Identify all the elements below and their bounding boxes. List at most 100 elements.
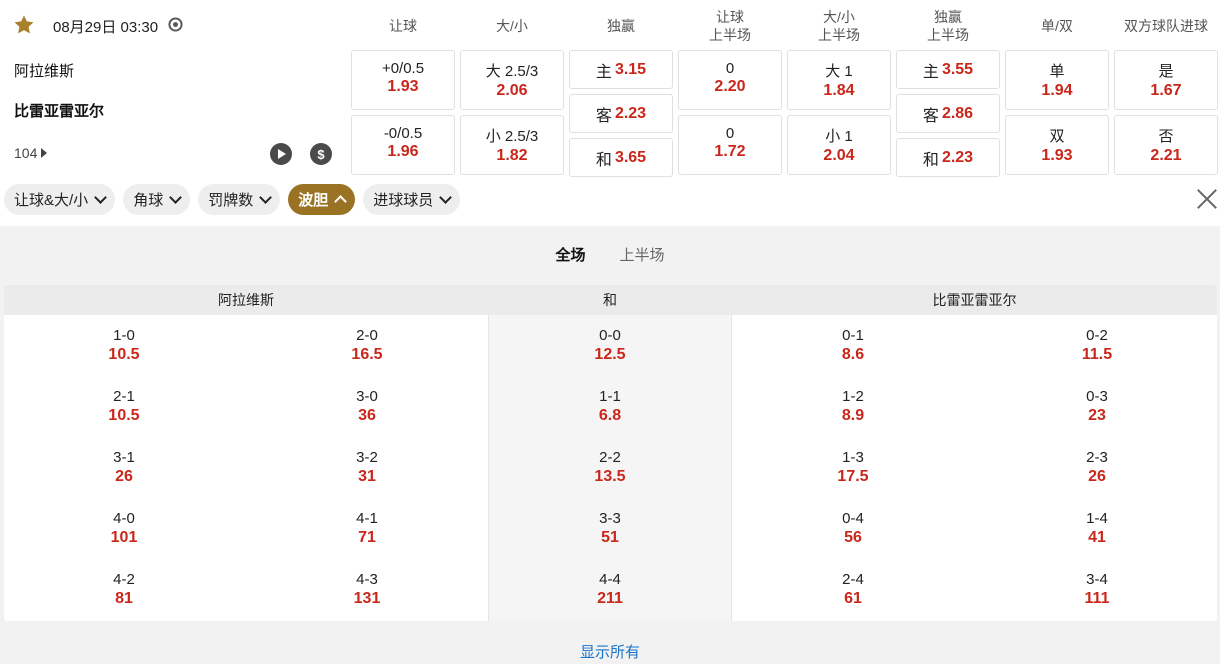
score-cell[interactable]: 0-4 56 [733, 509, 973, 547]
filter-chip[interactable]: 波胆 [288, 184, 356, 215]
score-cell[interactable]: 1-4 41 [977, 509, 1217, 547]
odds-button-moneyline-1h[interactable]: 主 3.55 [896, 50, 1000, 89]
score-cell[interactable]: 3-2 31 [247, 448, 487, 486]
score-cell[interactable]: 4-2 81 [4, 570, 244, 608]
more-markets-link[interactable]: 104 [14, 145, 48, 161]
odds-button-moneyline[interactable]: 和 3.65 [569, 138, 673, 177]
score-cell[interactable]: 2-3 26 [977, 448, 1217, 486]
score-cell[interactable]: 3-1 26 [4, 448, 244, 486]
score-cell[interactable]: 2-2 13.5 [490, 448, 730, 486]
score-label: 1-3 [842, 449, 864, 466]
odds-button-over-under-1h[interactable]: 大 1 1.84 [787, 50, 891, 110]
odds-value: 2.20 [714, 78, 746, 95]
odds-button-handicap[interactable]: +0/0.5 1.93 [351, 50, 455, 110]
score-odds: 101 [110, 529, 138, 546]
odds-button-moneyline-1h[interactable]: 客 2.86 [896, 94, 1000, 133]
score-cell[interactable]: 2-1 10.5 [4, 387, 244, 425]
filter-chip-label: 角球 [133, 192, 164, 209]
score-cell[interactable]: 4-4 211 [490, 570, 730, 608]
odds-label: 否 [1158, 128, 1174, 145]
score-odds: 8.6 [841, 346, 865, 363]
market-header-moneyline-1h: 独赢 上半场 [896, 6, 1000, 46]
score-cell[interactable]: 1-1 6.8 [490, 387, 730, 425]
score-cell[interactable]: 1-2 8.9 [733, 387, 973, 425]
score-cell[interactable]: 3-4 111 [977, 570, 1217, 608]
odds-value: 1.82 [496, 147, 528, 164]
filter-chip[interactable]: 让球&大/小 [4, 184, 116, 215]
odds-label: 0 [725, 60, 735, 77]
odds-button-odd-even[interactable]: 双 1.93 [1005, 115, 1109, 175]
market-header-line: 独赢 [607, 18, 635, 34]
score-cell[interactable]: 0-1 8.6 [733, 326, 973, 364]
odds-button-btts[interactable]: 是 1.67 [1114, 50, 1218, 110]
odds-button-moneyline-1h[interactable]: 和 2.23 [896, 138, 1000, 177]
score-label: 3-3 [599, 510, 621, 527]
market-header-moneyline: 独赢 [569, 6, 673, 46]
dollar-icon[interactable]: $ [310, 143, 332, 165]
score-odds: 71 [358, 529, 376, 546]
odds-value: 1.72 [714, 143, 746, 160]
filter-chip[interactable]: 罚牌数 [198, 184, 281, 215]
score-cell[interactable]: 0-2 11.5 [977, 326, 1217, 364]
score-cell[interactable]: 2-0 16.5 [247, 326, 487, 364]
odds-button-over-under-1h[interactable]: 小 1 2.04 [787, 115, 891, 175]
odds-button-moneyline[interactable]: 客 2.23 [569, 94, 673, 133]
odds-button-btts[interactable]: 否 2.21 [1114, 115, 1218, 175]
odds-label: 是 [1158, 63, 1174, 80]
odds-button-handicap[interactable]: -0/0.5 1.96 [351, 115, 455, 175]
filter-chip[interactable]: 进球球员 [363, 184, 461, 215]
score-label: 2-0 [356, 327, 378, 344]
score-label: 0-4 [842, 510, 864, 527]
score-cell[interactable]: 3-3 51 [490, 509, 730, 547]
score-odds: 51 [601, 529, 619, 546]
score-label: 0-0 [599, 327, 621, 344]
score-label: 4-0 [113, 510, 135, 527]
filter-chip[interactable]: 角球 [123, 184, 191, 215]
filter-chip-label: 罚牌数 [208, 192, 254, 209]
score-label: 2-1 [113, 388, 135, 405]
odds-button-handicap-1h[interactable]: 0 2.20 [678, 50, 782, 110]
market-header-line: 让球 [389, 18, 417, 34]
score-odds: 10.5 [108, 407, 140, 424]
odds-button-over-under[interactable]: 大 2.5/3 2.06 [460, 50, 564, 110]
score-odds: 6.8 [598, 407, 622, 424]
score-label: 0-2 [1086, 327, 1108, 344]
odds-button-moneyline[interactable]: 主 3.15 [569, 50, 673, 89]
market-count: 104 [14, 145, 38, 161]
score-cell[interactable]: 0-0 12.5 [490, 326, 730, 364]
score-odds: 26 [115, 468, 133, 485]
score-cell[interactable]: 2-4 61 [733, 570, 973, 608]
odds-label: 主 [595, 63, 612, 81]
odds-label: 双 [1049, 128, 1065, 145]
tab-period[interactable]: 全场 [555, 244, 585, 265]
favorite-star-icon[interactable] [13, 14, 35, 36]
score-cell[interactable]: 4-3 131 [247, 570, 487, 608]
play-icon[interactable] [270, 143, 292, 165]
score-cell[interactable]: 1-0 10.5 [4, 326, 244, 364]
odds-label: 单 [1049, 63, 1065, 80]
score-label: 4-1 [356, 510, 378, 527]
filter-chip-label: 波胆 [298, 192, 329, 209]
chevron-up-icon [334, 195, 348, 208]
score-cell[interactable]: 4-0 101 [4, 509, 244, 547]
show-all-link[interactable]: 显示所有 [0, 641, 1220, 662]
market-header-line: 单/双 [1041, 18, 1073, 34]
score-odds: 131 [353, 590, 381, 607]
tab-period[interactable]: 上半场 [620, 244, 665, 265]
score-label: 2-4 [842, 571, 864, 588]
odds-value: 1.84 [823, 82, 855, 99]
close-icon[interactable] [1196, 188, 1218, 210]
odds-button-handicap-1h[interactable]: 0 1.72 [678, 115, 782, 175]
score-cell[interactable]: 4-1 71 [247, 509, 487, 547]
score-label: 1-0 [113, 327, 135, 344]
odds-label: 0 [725, 125, 735, 142]
score-cell[interactable]: 3-0 36 [247, 387, 487, 425]
odds-button-odd-even[interactable]: 单 1.94 [1005, 50, 1109, 110]
score-cell[interactable]: 0-3 23 [977, 387, 1217, 425]
score-label: 3-0 [356, 388, 378, 405]
filter-chip-label: 进球球员 [373, 192, 434, 209]
odds-button-over-under[interactable]: 小 2.5/3 1.82 [460, 115, 564, 175]
score-label: 0-3 [1086, 388, 1108, 405]
odds-value: 2.23 [941, 148, 974, 166]
score-cell[interactable]: 1-3 17.5 [733, 448, 973, 486]
